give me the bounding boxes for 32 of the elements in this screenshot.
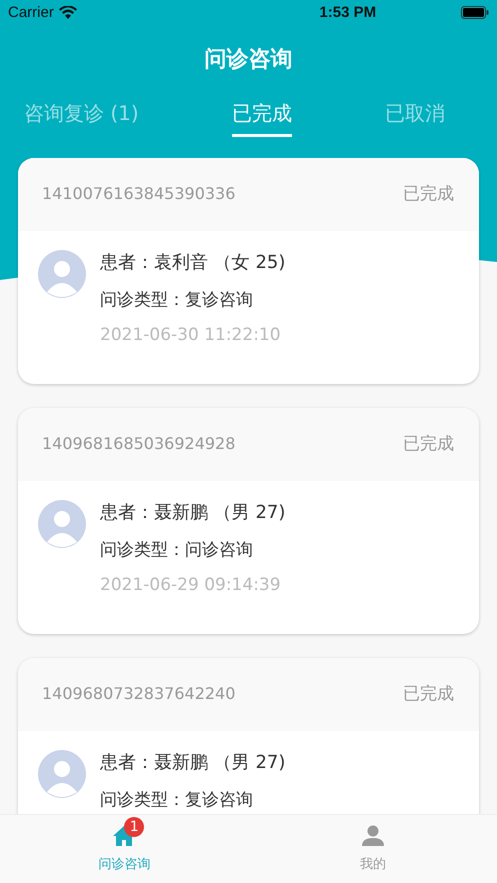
order-status: 已完成 bbox=[403, 433, 454, 455]
consult-type: 问诊类型：复诊咨询 bbox=[100, 289, 254, 311]
consult-type: 问诊类型：复诊咨询 bbox=[100, 789, 254, 811]
order-number: 1410076163845390336 bbox=[42, 184, 236, 203]
patient-info: 患者：袁利音 （女 25) bbox=[100, 251, 286, 274]
order-card[interactable]: 1409680732837642240 已完成 患者：聂新鹏 （男 27) 问诊类型：复诊咨询 bbox=[18, 658, 479, 814]
avatar-icon bbox=[38, 500, 86, 548]
tab[interactable]: 已完成 bbox=[232, 94, 292, 137]
avatar-icon bbox=[38, 750, 86, 798]
tab[interactable]: 已取消 bbox=[385, 94, 445, 134]
consult-type: 问诊类型：问诊咨询 bbox=[100, 539, 254, 561]
person-icon bbox=[360, 825, 385, 847]
order-time: 2021-06-30 11:22:10 bbox=[100, 325, 282, 345]
order-time: 2021-06-29 09:14:39 bbox=[100, 575, 282, 595]
avatar-icon bbox=[38, 250, 86, 298]
order-status: 已完成 bbox=[403, 183, 454, 205]
notification-badge: 1 bbox=[124, 817, 144, 837]
order-number: 1409681685036924928 bbox=[42, 434, 236, 453]
order-status: 已完成 bbox=[403, 683, 454, 705]
patient-info: 患者：聂新鹏 （男 27) bbox=[100, 751, 286, 774]
order-number: 1409680732837642240 bbox=[42, 684, 236, 703]
tab-bar-item[interactable]: 我的 bbox=[360, 855, 386, 873]
clock-time: 1:53 PM bbox=[318, 4, 378, 20]
battery-icon bbox=[461, 6, 489, 18]
order-card[interactable]: 1409681685036924928 已完成 患者：聂新鹏 （男 27) 问诊类型：问诊咨询 2021-06-29 09:14:39 bbox=[18, 408, 479, 634]
carrier-name: Carrier bbox=[8, 4, 54, 20]
tab-bar-item[interactable]: 问诊咨询 bbox=[98, 855, 150, 873]
order-card[interactable]: 1410076163845390336 已完成 患者：袁利音 （女 25) 问诊类型：复诊咨询 2021-06-30 11:22:10 bbox=[18, 158, 479, 384]
tab[interactable]: 咨询复诊 (1) bbox=[24, 94, 139, 134]
wifi-icon bbox=[58, 6, 77, 18]
patient-info: 患者：聂新鹏 （男 27) bbox=[100, 501, 286, 524]
page-title: 问诊咨询 bbox=[204, 46, 292, 74]
